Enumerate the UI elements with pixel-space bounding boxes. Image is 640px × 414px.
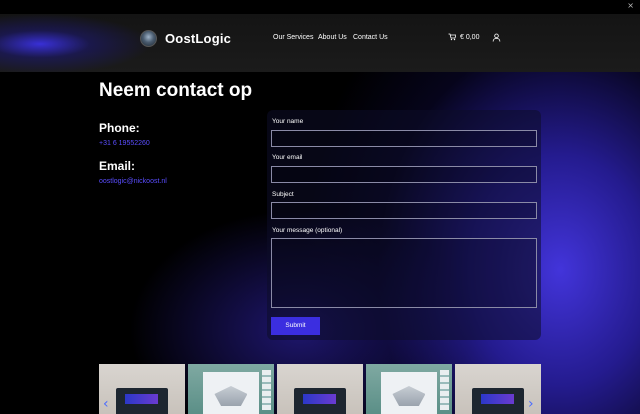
gallery-image[interactable] <box>366 364 452 414</box>
phone-label: Phone: <box>99 121 140 135</box>
nav-our-services[interactable]: Our Services <box>273 34 313 41</box>
chevron-left-icon[interactable]: ‹ <box>103 397 113 411</box>
chevron-right-icon[interactable]: › <box>528 397 538 411</box>
name-input[interactable] <box>271 130 537 147</box>
name-label: Your name <box>272 118 304 125</box>
cart-total: € 0,00 <box>460 33 480 41</box>
message-label: Your message (optional) <box>272 227 343 234</box>
page-title: Neem contact op <box>99 80 253 101</box>
user-icon[interactable] <box>492 33 501 42</box>
cart-button[interactable]: € 0,00 <box>448 33 479 41</box>
gallery-image[interactable] <box>277 364 363 414</box>
email-input[interactable] <box>271 166 537 183</box>
subject-label: Subject <box>272 191 294 198</box>
site-header: OostLogic Our Services About Us Contact … <box>0 14 640 72</box>
image-gallery <box>99 364 541 414</box>
nav-about-us[interactable]: About Us <box>318 34 347 41</box>
gallery-image[interactable] <box>188 364 274 414</box>
close-icon[interactable]: × <box>627 1 634 10</box>
email-link[interactable]: oostlogic@nickoost.nl <box>99 178 167 185</box>
submit-button[interactable]: Submit <box>271 317 320 335</box>
nav-contact-us[interactable]: Contact Us <box>353 34 388 41</box>
email-label: Email: <box>99 159 136 173</box>
cart-icon <box>448 33 456 41</box>
message-textarea[interactable] <box>271 238 537 308</box>
phone-link[interactable]: +31 6 19552260 <box>99 140 150 147</box>
logo-icon[interactable] <box>140 30 157 47</box>
brand-name[interactable]: OostLogic <box>165 31 231 46</box>
email-field-label: Your email <box>272 154 303 161</box>
subject-input[interactable] <box>271 202 537 219</box>
top-strip: × <box>0 0 640 14</box>
